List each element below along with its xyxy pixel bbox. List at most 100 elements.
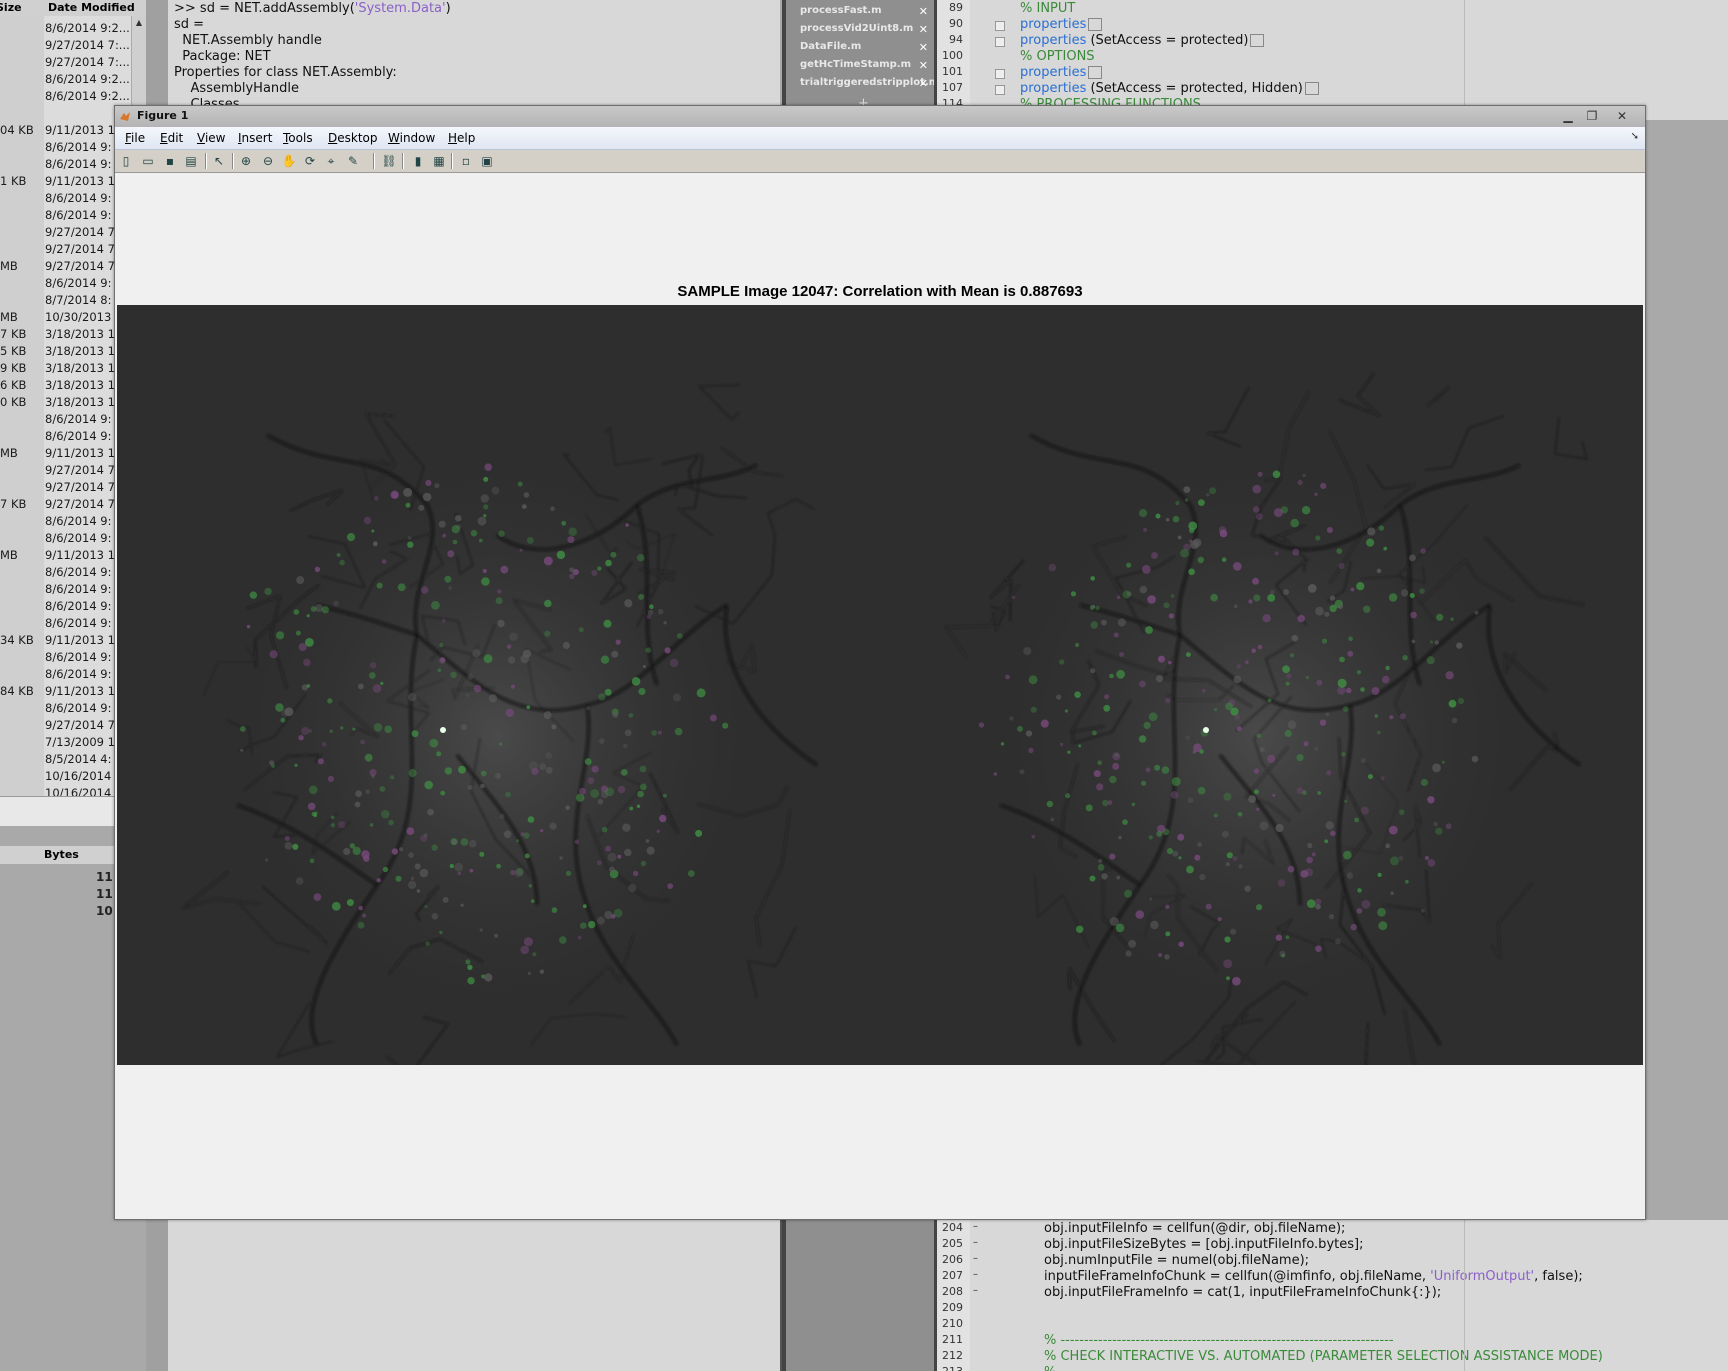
menu-help[interactable]: Help [448, 131, 475, 145]
breakpoint-marker[interactable]: – [973, 1221, 978, 1232]
scroll-up-arrow-icon[interactable]: ▲ [132, 18, 146, 27]
cell [1430, 640, 1433, 644]
save-icon[interactable]: ▪ [162, 153, 178, 169]
cell [494, 933, 499, 938]
zoom-out-icon[interactable]: ⊖ [260, 153, 276, 169]
fold-toggle-icon[interactable] [995, 69, 1005, 79]
cell [419, 868, 429, 878]
cell [1252, 506, 1260, 513]
insert-colorbar-icon[interactable]: ▮ [410, 153, 426, 169]
link-plot-icon[interactable]: ⛓ [381, 153, 397, 169]
breakpoint-marker[interactable]: – [973, 1237, 978, 1248]
cell [1300, 870, 1309, 878]
cell [479, 928, 483, 932]
editor-tab[interactable]: DataFile.m ✕ [800, 41, 932, 58]
breakpoint-marker[interactable]: – [973, 1253, 978, 1264]
bytes-column-header[interactable]: Bytes [44, 848, 79, 861]
cell [1158, 655, 1165, 663]
menu-view[interactable]: View [197, 131, 225, 145]
file-date-cell: 8/6/2014 9: [45, 208, 112, 222]
open-file-icon[interactable]: ▭ [140, 153, 156, 169]
file-date-cell: 8/5/2014 4: [45, 752, 112, 766]
cell [1306, 856, 1313, 864]
hide-plot-tools-icon[interactable]: ▫ [458, 153, 474, 169]
cell [610, 551, 617, 558]
editor-tab[interactable]: getHcTimeStamp.m ✕ [800, 59, 932, 76]
cell [651, 730, 657, 736]
cell [1360, 806, 1369, 815]
dock-figure-icon[interactable]: ➘ [1631, 131, 1639, 142]
cell [338, 821, 346, 829]
insert-legend-icon[interactable]: ▦ [431, 153, 447, 169]
menu-edit[interactable]: Edit [160, 131, 183, 145]
cell [1262, 614, 1271, 623]
brush-icon[interactable]: ✎ [345, 153, 361, 169]
cell [1091, 605, 1096, 609]
file-size-cell: 6 KB [0, 378, 27, 392]
cell [1324, 611, 1330, 617]
file-date-cell: 8/6/2014 9: [45, 140, 112, 154]
close-tab-icon[interactable]: ✕ [919, 23, 928, 36]
rotate-3d-icon[interactable]: ⟳ [302, 153, 318, 169]
fold-toggle-icon[interactable] [995, 37, 1005, 47]
cell [1089, 875, 1096, 882]
cell [321, 742, 327, 747]
code-editor[interactable]: 89 % INPUT 90 properties 94 properties (SetAc… [934, 0, 1728, 120]
pan-icon[interactable]: ✋ [281, 153, 297, 169]
code-editor-lower[interactable]: 204– obj.inputFileInfo = cellfun(@dir, ob… [934, 1220, 1728, 1371]
menu-desktop[interactable]: Desktop [328, 131, 378, 145]
cell [561, 520, 567, 526]
cell [1151, 552, 1158, 559]
breakpoint-marker[interactable]: – [973, 1269, 978, 1280]
close-tab-icon[interactable]: ✕ [919, 5, 928, 18]
file-date-cell: 9/27/2014 7 [45, 259, 115, 273]
editor-tab[interactable]: processFast.m ✕ [800, 5, 932, 22]
cell [1118, 835, 1122, 840]
cell [1256, 904, 1263, 911]
breakpoint-marker[interactable]: – [973, 1285, 978, 1296]
zoom-in-icon[interactable]: ⊕ [238, 153, 254, 169]
data-cursor-icon[interactable]: ⌖ [323, 153, 339, 169]
edit-plot-icon[interactable]: ↖ [211, 153, 227, 169]
cell [352, 727, 356, 731]
menu-insert[interactable]: Insert [238, 131, 272, 145]
print-icon[interactable]: ▤ [183, 153, 199, 169]
image-axes[interactable] [117, 305, 1643, 1065]
show-plot-tools-icon[interactable]: ▣ [479, 153, 495, 169]
editor-tab[interactable]: trialtriggeredstripplot.m ✕ [800, 77, 939, 94]
cell [528, 761, 538, 771]
file-date-cell: 9/11/2013 1 [45, 174, 115, 188]
size-column-header[interactable]: Size [0, 1, 22, 14]
cell [1424, 855, 1429, 861]
date-modified-column-header[interactable]: Date Modified [48, 1, 135, 14]
new-figure-icon[interactable]: ▯ [118, 153, 134, 169]
close-tab-icon[interactable]: ✕ [919, 59, 928, 72]
cell [1343, 850, 1352, 860]
cell [1346, 687, 1352, 694]
menu-file[interactable]: File [125, 131, 145, 145]
cell [264, 587, 272, 596]
cell [467, 674, 474, 680]
file-date-cell: 8/6/2014 9:2... [45, 89, 130, 103]
cell [636, 804, 641, 808]
fold-toggle-icon[interactable] [995, 21, 1005, 31]
maximize-icon[interactable]: ❐ [1581, 108, 1603, 124]
minimize-icon[interactable]: ▁ [1557, 108, 1579, 124]
cell [608, 866, 615, 873]
figure-title-bar[interactable]: Figure 1 ▁ ❐ ✕ [115, 106, 1645, 128]
command-window-lower[interactable] [168, 1220, 782, 1371]
cell [1028, 747, 1034, 754]
menu-tools[interactable]: Tools [283, 131, 313, 145]
fold-toggle-icon[interactable] [995, 85, 1005, 95]
command-window[interactable]: >> sd = NET.addAssembly('System.Data') sd… [168, 0, 780, 120]
cell [1095, 605, 1100, 611]
menu-window[interactable]: Window [388, 131, 435, 145]
editor-tab[interactable]: processVid2Uint8.m ✕ [800, 23, 932, 40]
cell [1197, 556, 1204, 564]
cell [523, 492, 530, 498]
close-tab-icon[interactable]: ✕ [919, 41, 928, 54]
cell [1405, 879, 1409, 884]
close-tab-icon[interactable]: ✕ [919, 77, 928, 90]
close-icon[interactable]: ✕ [1611, 108, 1633, 124]
file-size-cell: MB [0, 548, 18, 562]
